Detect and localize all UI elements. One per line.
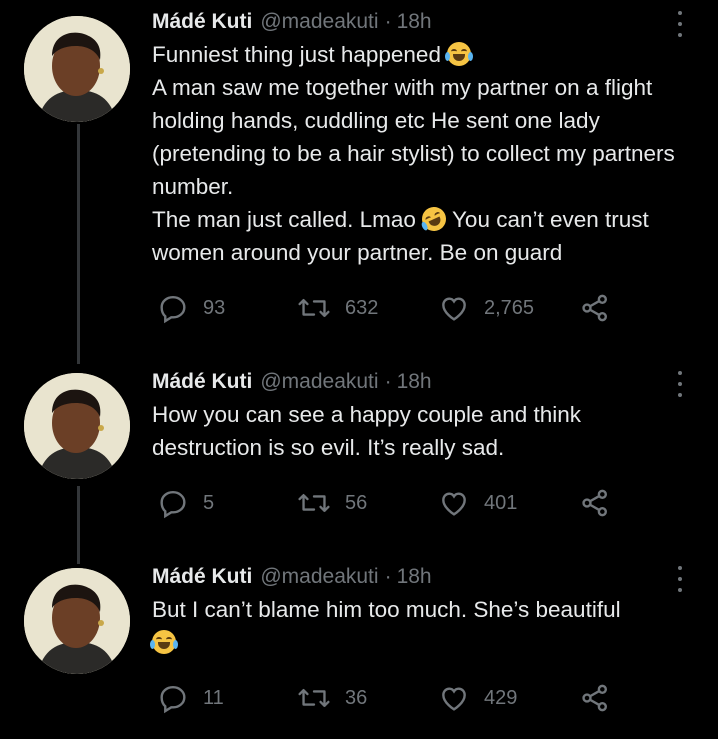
reply-button[interactable]: 5 [157,485,214,521]
retweet-icon [298,298,330,318]
more-icon[interactable] [670,371,690,397]
retweet-count: 36 [345,686,368,709]
avatar-image [24,16,130,122]
retweet-button[interactable]: 632 [297,290,378,326]
face-with-tears-of-joy-icon [445,42,474,66]
author-handle[interactable]: @madeakuti [260,10,378,34]
tweet-header: Mádé Kuti @madeakuti · 18h [152,562,688,592]
reply-icon [160,490,186,519]
more-icon[interactable] [670,11,690,37]
retweet-count: 632 [345,296,379,319]
like-button[interactable]: 401 [438,485,517,521]
like-button[interactable]: 2,765 [438,290,534,326]
retweet-icon [298,493,330,513]
reply-icon [160,685,186,714]
reply-button[interactable]: 93 [157,290,225,326]
like-count: 401 [484,491,518,514]
like-icon [442,687,466,711]
tweet[interactable]: Mádé Kuti @madeakuti · 18h Funniest thin… [0,0,718,350]
like-button[interactable]: 429 [438,680,517,716]
author-handle[interactable]: @madeakuti [260,370,378,394]
like-icon [442,492,466,516]
tweet-text-part: How you can see a happy couple and think… [152,402,588,460]
retweet-count: 56 [345,491,368,514]
timestamp[interactable]: 18h [397,370,432,394]
share-button[interactable] [579,290,611,326]
timestamp[interactable]: 18h [397,10,432,34]
tweet[interactable]: Mádé Kuti @madeakuti · 18h But I can’t b… [0,560,718,739]
avatar[interactable] [24,16,130,122]
like-count: 429 [484,686,518,709]
avatar[interactable] [24,373,130,479]
retweet-button[interactable]: 36 [297,680,367,716]
reply-button[interactable]: 11 [157,680,224,716]
tweet-text: But I can’t blame him too much. She’s be… [150,593,688,659]
tweet-text-part: But I can’t blame him too much. She’s be… [152,597,621,622]
share-icon [582,684,607,712]
more-icon[interactable] [670,566,690,592]
reply-count: 93 [203,296,226,319]
tweet-header: Mádé Kuti @madeakuti · 18h [152,367,688,397]
tweet-text: Funniest thing just happened A man saw m… [152,38,688,269]
retweet-icon [298,688,330,708]
avatar-image [24,568,130,674]
author-handle[interactable]: @madeakuti [260,565,378,589]
tweet-text-part: Funniest thing just happened [152,42,448,67]
author-name[interactable]: Mádé Kuti [152,10,252,34]
timestamp[interactable]: 18h [397,565,432,589]
share-icon [582,489,607,517]
reply-icon [160,295,186,324]
avatar[interactable] [24,568,130,674]
avatar-image [24,373,130,479]
separator: · [384,370,392,393]
reply-count: 5 [203,491,215,514]
like-icon [442,297,466,321]
tweet-text: How you can see a happy couple and think… [152,398,688,464]
face-with-tears-of-joy-icon [150,630,178,654]
reply-count: 11 [203,686,224,709]
retweet-button[interactable]: 56 [297,485,367,521]
share-button[interactable] [579,485,611,521]
separator: · [384,565,392,588]
like-count: 2,765 [484,296,535,319]
author-name[interactable]: Mádé Kuti [152,565,252,589]
tweet-header: Mádé Kuti @madeakuti · 18h [152,7,688,37]
share-button[interactable] [579,680,611,716]
share-icon [582,294,607,322]
separator: · [384,10,392,33]
author-name[interactable]: Mádé Kuti [152,370,252,394]
tweet[interactable]: Mádé Kuti @madeakuti · 18h How you can s… [0,365,718,545]
